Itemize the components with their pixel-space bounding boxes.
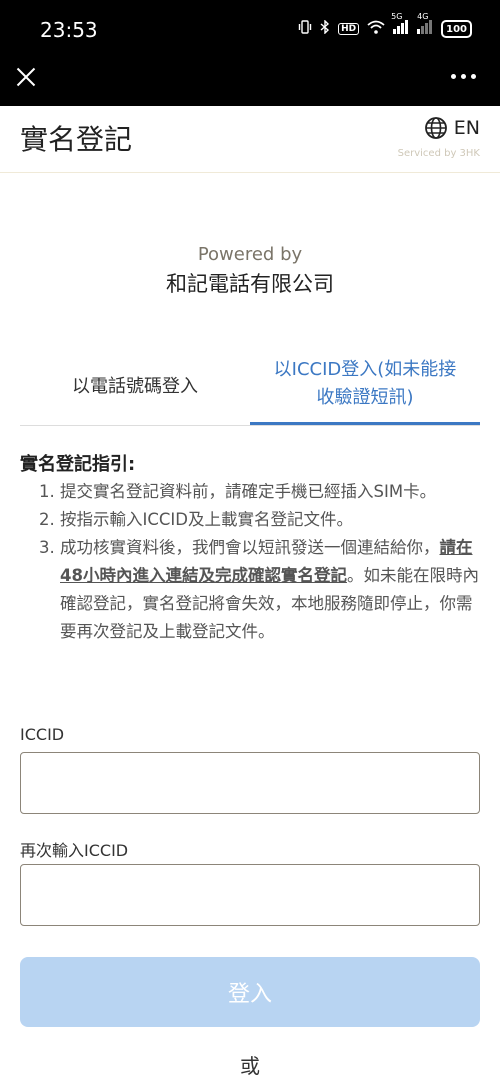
- close-icon[interactable]: [13, 64, 39, 90]
- more-options-icon[interactable]: [451, 74, 476, 79]
- serviced-by-text: Serviced by 3HK: [397, 148, 480, 159]
- language-switch[interactable]: EN: [424, 116, 480, 140]
- status-time: 23:53: [40, 18, 98, 42]
- tab-phone-login[interactable]: 以電話號碼登入: [20, 345, 250, 425]
- guide-item3-prefix: 成功核實資料後，我們會以短訊發送一個連結給你，: [60, 538, 440, 557]
- status-bar: 23:53 HD 5G 4G 100: [0, 0, 500, 60]
- globe-icon: [424, 117, 447, 139]
- iccid-label: ICCID: [20, 725, 65, 744]
- guide-title: 實名登記指引:: [20, 454, 136, 475]
- hd-badge: HD: [338, 23, 360, 35]
- iccid-confirm-label: 再次輸入ICCID: [20, 841, 129, 860]
- vibrate-icon: [298, 20, 312, 38]
- powered-by-label: Powered by: [197, 244, 303, 265]
- bluetooth-icon: [320, 19, 330, 38]
- network-4g-label: 4G: [417, 12, 429, 21]
- login-method-tabs: 以電話號碼登入 以ICCID登入(如未能接收驗證短訊): [20, 345, 480, 426]
- network-5g-label: 5G: [391, 12, 403, 21]
- iccid-input[interactable]: [20, 752, 480, 814]
- guide-item: 成功核實資料後，我們會以短訊發送一個連結給你，請在48小時內進入連結及完成確認實…: [60, 534, 480, 646]
- language-label: EN: [453, 117, 480, 139]
- guide-list: 提交實名登記資料前，請確定手機已經插入SIM卡。 按指示輸入ICCID及上載實名…: [20, 478, 480, 646]
- wifi-icon: [367, 20, 385, 38]
- iccid-confirm-input[interactable]: [20, 864, 480, 926]
- webview-toolbar: [0, 60, 500, 106]
- guide-item: 提交實名登記資料前，請確定手機已經插入SIM卡。: [60, 478, 480, 506]
- or-divider-text: 或: [240, 1054, 260, 1078]
- tab-iccid-label: 以ICCID登入(如未能接收驗證短訊): [273, 358, 457, 408]
- guide-item: 按指示輸入ICCID及上載實名登記文件。: [60, 506, 480, 534]
- tab-iccid-login[interactable]: 以ICCID登入(如未能接收驗證短訊): [250, 345, 480, 425]
- company-name: 和記電話有限公司: [166, 272, 334, 296]
- login-button[interactable]: 登入: [20, 957, 480, 1027]
- status-icons: HD 5G 4G 100: [298, 12, 472, 38]
- signal-5g-icon: 5G: [391, 12, 409, 38]
- page-header: 實名登記 EN Serviced by 3HK: [0, 106, 500, 173]
- page-title: 實名登記: [20, 123, 133, 156]
- signal-4g-icon: 4G: [417, 12, 433, 38]
- battery-indicator: 100: [441, 20, 472, 38]
